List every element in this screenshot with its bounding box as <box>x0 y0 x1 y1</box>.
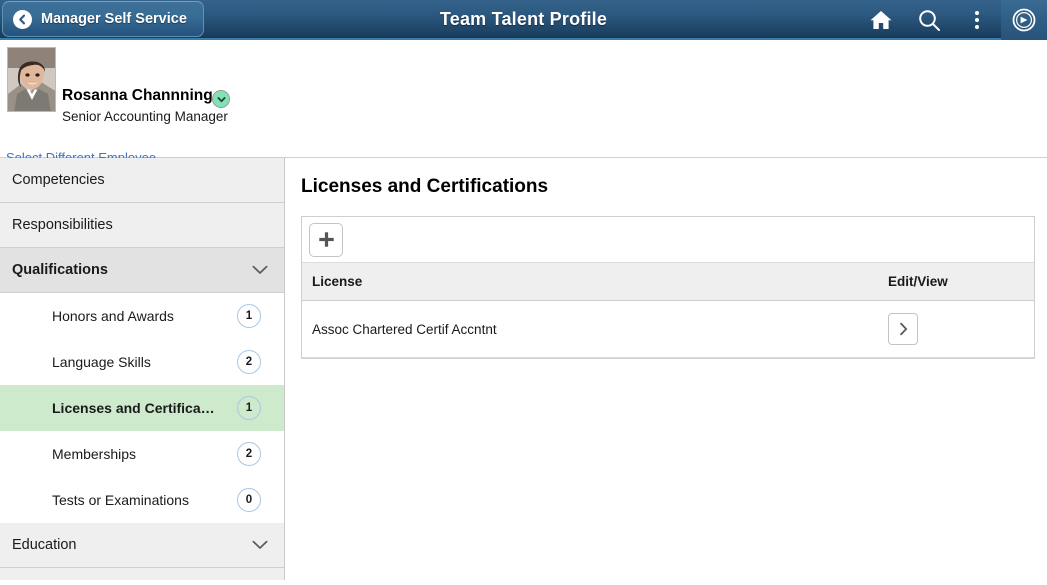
chevron-right-icon <box>898 322 909 336</box>
employee-profile-strip: Rosanna Channning Senior Accounting Mana… <box>0 40 1047 203</box>
main-content: Licenses and Certifications License Edit… <box>286 158 1047 580</box>
sidebar-item-qualifications[interactable]: Qualifications <box>0 248 284 293</box>
cell-license-name: Assoc Chartered Certif Accntnt <box>302 300 884 358</box>
cell-edit-view <box>884 300 1034 358</box>
app-header: Manager Self Service Team Talent Profile <box>0 0 1047 40</box>
sidebar-item-responsibilities[interactable]: Responsibilities <box>0 203 284 248</box>
licenses-table: License Edit/View Assoc Chartered Certif… <box>302 263 1034 358</box>
chevron-down-circle-icon[interactable] <box>212 90 230 108</box>
sidebar-item-honors-and-awards[interactable]: Honors and Awards 1 <box>0 293 284 339</box>
back-button-label: Manager Self Service <box>41 11 187 27</box>
sidebar-item-label: Tests or Examinations <box>52 492 189 508</box>
sidebar-item-competencies[interactable]: Competencies <box>0 158 284 203</box>
licenses-panel: License Edit/View Assoc Chartered Certif… <box>301 216 1035 359</box>
plus-icon <box>318 231 335 248</box>
back-button[interactable]: Manager Self Service <box>2 1 204 37</box>
chevron-down-icon <box>252 265 268 275</box>
sidebar-item-nvq[interactable]: NVQ <box>0 568 284 580</box>
sidebar-item-label: Language Skills <box>52 354 151 370</box>
add-license-button[interactable] <box>309 222 343 257</box>
search-icon[interactable] <box>905 0 953 40</box>
three-dots-icon[interactable] <box>953 0 1001 40</box>
count-badge: 1 <box>237 304 261 328</box>
sidebar-item-tests-or-examinations[interactable]: Tests or Examinations 0 <box>0 477 284 523</box>
three-dots-glyph <box>975 11 979 29</box>
sidebar-item-label: Competencies <box>12 172 105 188</box>
sidebar-item-label: Qualifications <box>12 262 108 278</box>
sidebar-item-label: Memberships <box>52 446 137 462</box>
chevron-down-icon <box>252 540 268 550</box>
edit-view-row-button[interactable] <box>888 313 918 345</box>
panel-toolbar <box>302 217 1034 263</box>
chevron-left-icon <box>13 9 32 29</box>
column-header-edit-view: Edit/View <box>884 263 1034 301</box>
table-header-row: License Edit/View <box>302 263 1034 301</box>
sidebar-nav: Competencies Responsibilities Qualificat… <box>0 158 285 580</box>
sidebar-item-education[interactable]: Education <box>0 523 284 568</box>
content-heading: Licenses and Certifications <box>301 176 549 197</box>
navigator-compass-icon[interactable] <box>1001 0 1047 40</box>
sidebar-item-label: Licenses and Certifica… <box>52 400 215 416</box>
count-badge: 2 <box>237 442 261 466</box>
employee-job-title: Senior Accounting Manager <box>62 109 228 124</box>
home-icon[interactable] <box>857 0 905 40</box>
sidebar-item-label: Honors and Awards <box>52 308 174 324</box>
count-badge: 1 <box>237 396 261 420</box>
sidebar-item-licenses-and-certifications[interactable]: Licenses and Certifica… 1 <box>0 385 284 431</box>
header-icon-group <box>857 0 1047 40</box>
sidebar-item-language-skills[interactable]: Language Skills 2 <box>0 339 284 385</box>
sidebar-item-memberships[interactable]: Memberships 2 <box>0 431 284 477</box>
count-badge: 2 <box>237 350 261 374</box>
sidebar-item-label: Responsibilities <box>12 217 113 233</box>
table-body: Assoc Chartered Certif Accntnt <box>302 300 1034 358</box>
avatar <box>7 47 56 112</box>
page-body: Competencies Responsibilities Qualificat… <box>0 158 1047 580</box>
table-row[interactable]: Assoc Chartered Certif Accntnt <box>302 300 1034 358</box>
count-badge: 0 <box>237 488 261 512</box>
table-header: License Edit/View <box>302 263 1034 301</box>
column-header-license: License <box>302 263 884 301</box>
employee-name: Rosanna Channning <box>62 87 213 104</box>
sidebar-item-label: Education <box>12 537 77 553</box>
